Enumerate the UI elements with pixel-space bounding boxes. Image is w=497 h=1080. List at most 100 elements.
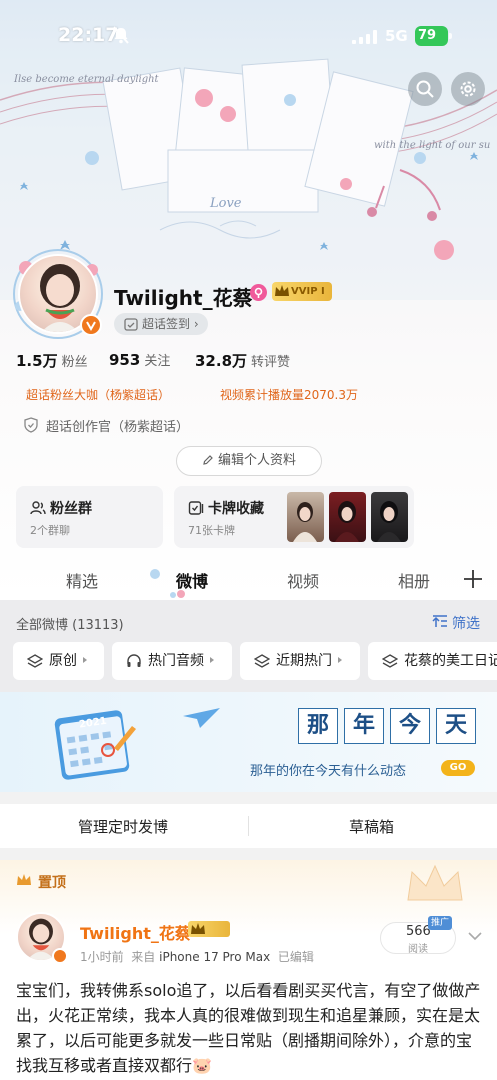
chip-recent-hot[interactable]: 近期热门 (240, 642, 360, 680)
battery-indicator: 79 (415, 26, 452, 46)
vvip-badge[interactable]: VVIP Ⅰ (272, 282, 332, 301)
banner-subtitle: 那年的你在今天有什么动态 (250, 764, 407, 779)
card-collection-icon (188, 501, 204, 515)
pinned-label: 置顶 (16, 872, 66, 892)
pencil-icon (203, 455, 213, 465)
divider (248, 816, 249, 836)
post-edited: 已编辑 (277, 950, 314, 964)
filter-label: 筛选 (452, 616, 480, 632)
card-thumbnail[interactable] (287, 492, 324, 542)
svg-text:Love: Love (209, 196, 242, 211)
banner-title-char: 天 (436, 708, 476, 744)
stat-interactions[interactable]: 32.8万 转评赞 (195, 350, 290, 371)
calendar-illustration-icon: 2021 (54, 710, 136, 780)
post-source-prefix: 来自 (131, 950, 156, 964)
fan-group-count: 2个群聊 (30, 524, 70, 537)
creator-title[interactable]: 超话创作官（杨紫超话） (24, 416, 189, 435)
layers-icon (382, 654, 398, 668)
sort-filter-icon (432, 615, 447, 627)
stat-followers[interactable]: 1.5万 粉丝 (16, 350, 88, 371)
signal-icon (352, 30, 377, 44)
banner-title-char: 那 (298, 708, 338, 744)
checkin-button[interactable]: 超话签到 › (114, 313, 208, 335)
fan-group-card[interactable]: 粉丝群 2个群聊 (16, 486, 163, 548)
shield-icon (24, 417, 38, 433)
vip-badge[interactable] (188, 921, 230, 937)
headphones-icon (127, 654, 141, 667)
caret-right-icon (338, 657, 342, 663)
search-button[interactable] (408, 72, 442, 106)
group-icon (30, 501, 46, 515)
chip-label: 近期热门 (276, 653, 332, 669)
do-not-disturb-icon (113, 26, 129, 44)
drafts-button[interactable]: 草稿箱 (349, 816, 394, 837)
edit-profile-button[interactable]: 编辑个人资料 (176, 446, 322, 476)
post-device[interactable]: iPhone 17 Pro Max (159, 950, 270, 964)
crown-icon (17, 874, 31, 885)
filter-button[interactable]: 筛选 (432, 613, 480, 633)
pinned-post[interactable]: 置顶 Twilight_花蔡 1小时前 来自 iPhone 17 Pro Max… (0, 860, 497, 1080)
chevron-down-icon[interactable] (468, 931, 482, 941)
svg-text:with the light of our su: with the light of our su (374, 140, 490, 151)
paper-plane-icon (183, 708, 220, 728)
tab-album[interactable]: 相册 (398, 568, 430, 592)
avatar[interactable] (12, 248, 104, 340)
chip-original[interactable]: 原创 (13, 642, 104, 680)
feed-filter-bar: 全部微博 (13113) 筛选 原创 热门音频 近期热门 花蔡的美工日记 (0, 600, 497, 692)
post-text: 宝宝们，我转佛系solo追了，以后看看剧买买代言，有空了做做产出，火花正常续，我… (16, 981, 481, 1075)
post-time: 1小时前 (80, 950, 124, 964)
chip-hot-audio[interactable]: 热门音频 (112, 642, 232, 680)
network-type: 5G (385, 27, 408, 45)
fan-group-title: 粉丝群 (50, 501, 92, 517)
scheduled-posts-button[interactable]: 管理定时发博 (78, 816, 168, 837)
tab-weibo[interactable]: 微博 (176, 568, 208, 592)
layers-icon (254, 654, 270, 668)
honor-supertopic[interactable]: 超话粉丝大咖（杨紫超话） (26, 386, 170, 403)
vvip-label: VVIP Ⅰ (291, 286, 325, 297)
all-weibo-count: 全部微博 (13113) (16, 618, 124, 633)
status-bar: 22:17 5G 79 (0, 0, 497, 70)
card-thumbnail[interactable] (371, 492, 408, 542)
status-time: 22:17 (58, 24, 119, 46)
manage-row: 管理定时发博 草稿箱 (0, 804, 497, 848)
banner-title-char: 今 (390, 708, 430, 744)
svg-text:Ilse become eternal daylight: Ilse become eternal daylight (13, 74, 160, 85)
on-this-day-banner[interactable]: 2021 那 年 今 天 那年的你在今天有什么动态 GO (0, 692, 497, 792)
stat-value: 1.5万 (16, 352, 58, 370)
chevron-right-icon: › (193, 317, 199, 331)
plus-icon[interactable] (463, 569, 483, 589)
stat-label: 关注 (144, 354, 171, 369)
verified-badge (80, 314, 102, 336)
read-label: 阅读 (408, 944, 428, 955)
caret-right-icon (210, 657, 214, 663)
post-author-name[interactable]: Twilight_花蔡 (80, 920, 191, 944)
search-icon (416, 80, 434, 98)
chip-art-diary[interactable]: 花蔡的美工日记 (368, 642, 497, 680)
stat-value: 953 (109, 351, 141, 369)
caret-right-icon (83, 657, 87, 663)
tab-videos[interactable]: 视频 (287, 568, 319, 592)
female-gender-icon (250, 284, 267, 301)
pinned-text: 置顶 (38, 875, 66, 891)
creator-title-text: 超话创作官（杨紫超话） (46, 420, 190, 435)
crown-icon (191, 923, 205, 934)
honor-video-plays[interactable]: 视频累计播放量2070.3万 (220, 386, 358, 403)
verified-badge (52, 948, 68, 964)
tab-featured[interactable]: 精选 (66, 568, 98, 592)
stat-following[interactable]: 953 关注 (109, 350, 170, 369)
stat-label: 转评赞 (251, 355, 291, 370)
settings-button[interactable] (451, 72, 485, 106)
card-thumbnail[interactable] (329, 492, 366, 542)
calendar-check-icon (124, 318, 138, 331)
chip-label: 原创 (49, 653, 77, 669)
banner-title-char: 年 (344, 708, 384, 744)
stat-value: 32.8万 (195, 352, 248, 370)
card-collection-title: 卡牌收藏 (208, 501, 264, 517)
stat-label: 粉丝 (61, 355, 88, 370)
promo-tag: 推广 (428, 916, 453, 930)
checkin-label: 超话签到 (142, 317, 191, 331)
profile-header: Love Ilse become eternal daylight with t… (0, 0, 497, 600)
profile-tabs: 精选 微博 视频 相册 (0, 560, 497, 600)
card-collection-count: 71张卡牌 (188, 524, 235, 537)
banner-go-button[interactable]: GO (441, 760, 475, 776)
